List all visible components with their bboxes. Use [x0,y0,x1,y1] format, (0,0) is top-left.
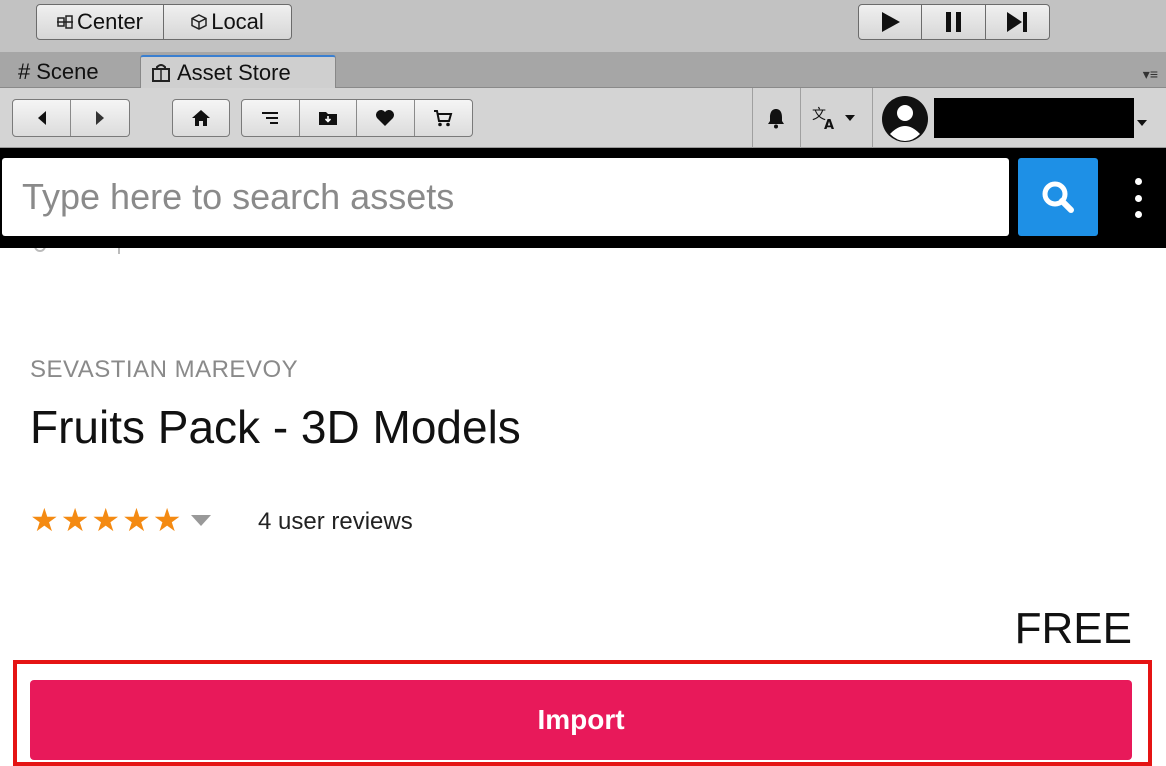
play-button[interactable] [859,5,923,39]
space-local-button[interactable]: Local [164,5,291,39]
star-icon: ★ [91,502,121,538]
tab-strip: # Scene Asset Store ▾≡ [0,52,1166,88]
scrolled-content-fragment [30,248,130,258]
playmode-controls [858,4,1050,40]
divider [872,88,873,148]
search-button[interactable] [1018,158,1098,236]
pivot-center-label: Center [76,9,144,34]
tab-scene-label: Scene [36,58,99,84]
notifications-button[interactable] [764,106,788,130]
bell-icon [768,109,784,129]
space-local-label: Local [211,9,264,34]
asset-title: Fruits Pack - 3D Models [30,401,521,453]
filter-list-icon [262,112,279,124]
star-icon: ★ [152,502,182,538]
star-icon: ★ [122,502,151,538]
pivot-toggle-group: Center Local [36,4,292,40]
divider [800,88,801,148]
wishlist-button[interactable] [357,100,415,136]
pivot-center-icon [56,15,73,29]
store-sections-nav [241,99,473,137]
store-bag-icon [152,63,170,82]
rating-stars[interactable]: ★ ★ ★ ★ ★ [30,502,212,538]
arrow-right-icon [96,111,104,125]
grid-icon: # [18,58,31,84]
my-assets-button[interactable] [300,100,357,136]
history-nav [12,99,130,137]
star-icon: ★ [30,502,59,538]
home-button[interactable] [173,100,229,136]
pause-button[interactable] [922,5,986,39]
translate-icon: 文 A [812,107,834,131]
store-navbar: 文 A [0,88,1166,148]
cart-button[interactable] [415,100,473,136]
tab-scene[interactable]: # Scene [8,55,109,88]
categories-button[interactable] [242,100,300,136]
arrow-left-icon [37,111,46,125]
more-options-icon[interactable] [1128,178,1148,218]
language-selector[interactable]: 文 A [812,104,862,132]
step-button[interactable] [986,5,1049,39]
chevron-down-icon [1137,120,1147,126]
cube-icon [191,14,207,30]
search-bar [0,148,1166,248]
publisher-name[interactable]: SEVASTIAN MAREVOY [30,356,298,384]
price-label: FREE [1014,604,1132,653]
forward-button[interactable] [71,100,129,136]
cart-icon [434,110,453,127]
chevron-down-icon [845,115,855,121]
back-button[interactable] [13,100,71,136]
folder-download-icon [318,112,337,125]
search-input[interactable] [2,158,1009,236]
star-icon: ★ [60,502,90,538]
tab-asset-store[interactable]: Asset Store [140,55,336,88]
reviews-link[interactable]: 4 user reviews [258,508,413,536]
account-name-redacted[interactable] [934,98,1134,138]
svg-text:A: A [824,118,834,131]
step-icon [1007,12,1028,32]
import-button[interactable]: Import [30,680,1132,760]
account-avatar[interactable] [880,94,930,144]
heart-icon [376,110,395,126]
home-icon [192,110,210,126]
account-dropdown[interactable] [1136,114,1148,132]
play-icon [882,12,901,32]
user-avatar-icon [882,96,928,142]
tab-options-icon[interactable]: ▾≡ [1143,66,1158,83]
caret-down-icon [191,514,212,526]
search-icon [1042,181,1074,213]
tab-asset-store-label: Asset Store [177,59,291,85]
asset-detail: SEVASTIAN MAREVOY Fruits Pack - 3D Model… [0,248,1166,766]
editor-toolbar: Center Local [0,0,1166,52]
pause-icon [945,12,961,32]
home-nav [172,99,230,137]
divider [752,88,753,148]
pivot-center-button[interactable]: Center [37,5,164,39]
